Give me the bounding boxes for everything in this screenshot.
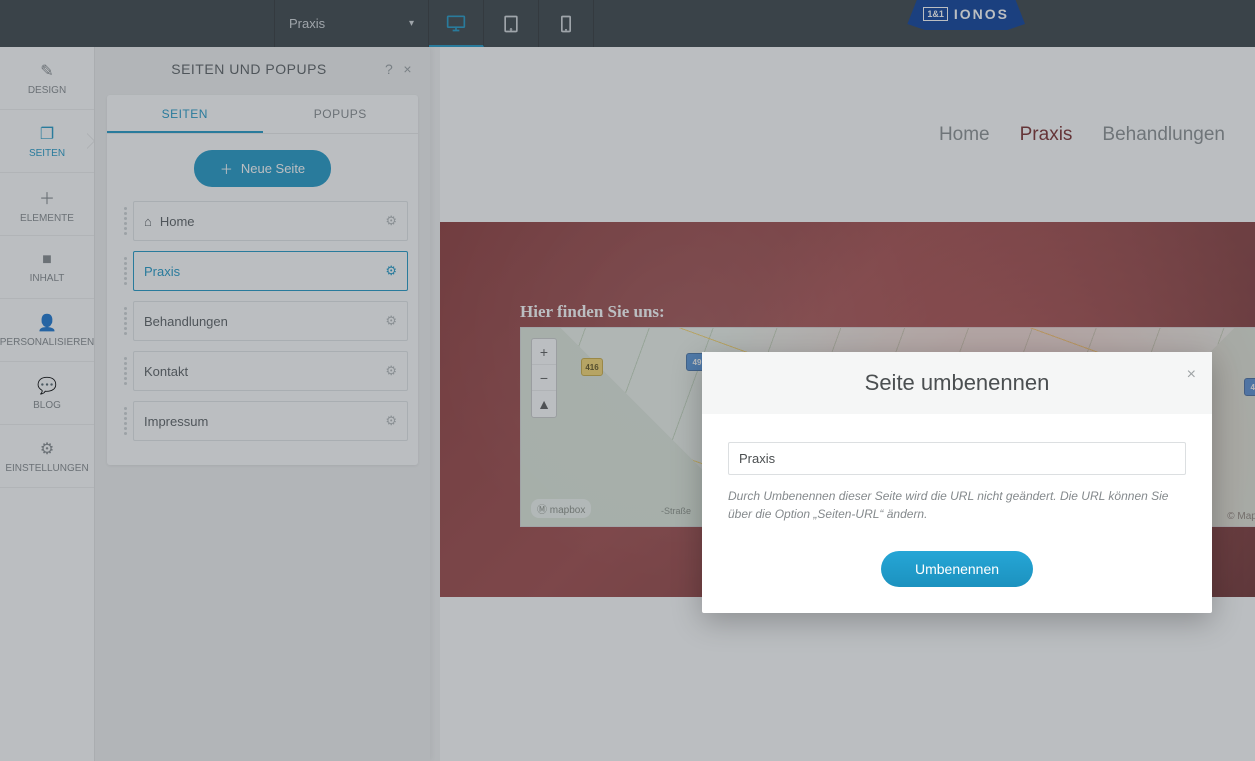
rename-input[interactable] <box>728 442 1186 475</box>
rename-confirm-button[interactable]: Umbenennen <box>881 551 1033 587</box>
modal-hint: Durch Umbenennen dieser Seite wird die U… <box>728 487 1186 523</box>
modal-close-icon[interactable]: × <box>1187 366 1196 384</box>
modal-title: Seite umbenennen <box>865 370 1050 396</box>
rename-page-modal: Seite umbenennen × Durch Umbenennen dies… <box>702 352 1212 613</box>
modal-header: Seite umbenennen × <box>702 352 1212 414</box>
